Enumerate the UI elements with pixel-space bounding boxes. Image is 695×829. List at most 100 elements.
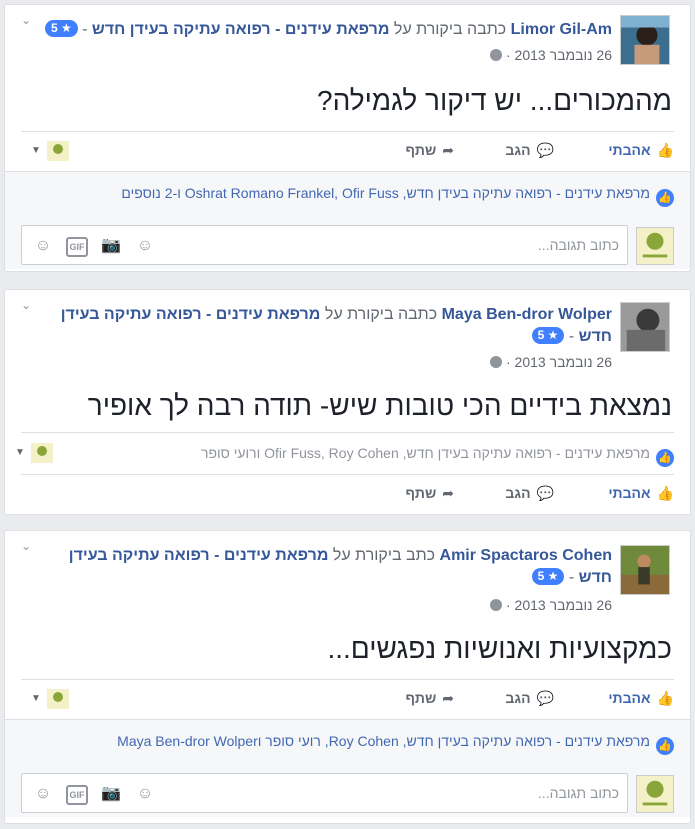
comment-placeholder: כתוב תגובה... [537,237,619,253]
page-avatar[interactable] [47,141,69,161]
chevron-down-icon[interactable]: ⌄ [21,298,31,312]
composer-avatar [636,775,674,813]
reactions-bar: 👍 מרפאת עידנים - רפואה עתיקה בעידן חדש, O… [15,432,674,472]
like-label: אהבתי [608,485,651,501]
like-button[interactable]: 👍 אהבתי [608,690,674,707]
verb-text: כתבה ביקורת על [393,21,507,38]
avatar[interactable] [620,545,670,595]
author-name[interactable]: Limor Gil-Am [511,21,612,38]
globe-icon [489,599,502,611]
comment-label: הגב [505,690,531,706]
comment-icon: 💬 [536,485,554,501]
reactions-text: מרפאת עידנים - רפואה עתיקה בעידן חדש, Of… [200,445,650,461]
comment-button[interactable]: 💬 הגב [505,690,554,707]
chevron-down-icon[interactable]: ⌄ [21,13,31,27]
share-icon: ➦ [442,485,454,501]
reactions-summary[interactable]: 👍 מרפאת עידנים - רפואה עתיקה בעידן חדש, R… [117,733,674,755]
comment-input[interactable]: כתוב תגובה... ☺ GIF 📷 ☺ [21,773,628,813]
like-reaction-icon: 👍 [656,449,674,467]
like-reaction-icon: 👍 [656,737,674,755]
share-label: שתף [405,690,437,706]
date-text[interactable]: 26 נובמבר 2013 [515,47,612,63]
comment-label: הגב [505,485,531,501]
comment-composer: כתוב תגובה... ☺ GIF 📷 ☺ [5,217,690,269]
sticker-icon[interactable]: ☺ [32,235,54,257]
like-button[interactable]: 👍 אהבתי [608,485,674,502]
comment-composer: כתוב תגובה... ☺ GIF 📷 ☺ [5,765,690,817]
like-button[interactable]: 👍 אהבתי [608,142,674,159]
comment-icon: 💬 [536,690,554,706]
globe-icon [489,49,502,61]
post-date: 26 נובמבר 2013 · [489,354,612,370]
date-text[interactable]: 26 נובמבר 2013 [515,597,612,613]
verb-text: כתבה ביקורת על [324,306,438,323]
verb-text: כתב ביקורת על [332,547,436,564]
camera-icon[interactable]: 📷 [100,235,122,257]
share-button[interactable]: ➦ שתף [405,690,454,707]
review-text: כמקצועיות ואנושיות נפגשים... [327,633,672,664]
review-post: ⌄ Amir Spactaros Cohen כתב ביקורת על מרפ… [4,530,691,824]
post-header: ⌄ Amir Spactaros Cohen כתב ביקורת על מרפ… [5,531,690,613]
globe-icon [489,356,502,368]
like-label: אהבתי [608,690,651,706]
comment-input[interactable]: כתוב תגובה... ☺ GIF 📷 ☺ [21,225,628,265]
page-link[interactable]: מרפאת עידנים - רפואה עתיקה בעידן חדש [92,21,390,38]
like-reaction-icon: 👍 [656,189,674,207]
post-headline: Maya Ben-dror Wolper כתבה ביקורת על מרפא… [60,306,612,345]
author-name[interactable]: Maya Ben-dror Wolper [442,306,612,323]
composer-avatar [636,227,674,265]
gif-icon[interactable]: GIF [66,237,88,257]
share-button[interactable]: ➦ שתף [405,142,454,159]
rating-badge: 5 ★ [44,20,78,37]
caret-down-icon[interactable]: ▼ [15,447,25,458]
post-header: ⌄ Maya Ben-dror Wolper כתבה ביקורת על מר… [5,290,690,370]
comment-icon: 💬 [536,142,554,158]
like-label: אהבתי [608,142,651,158]
page-avatar[interactable] [31,443,53,463]
sticker-icon[interactable]: ☺ [32,783,54,805]
chevron-down-icon[interactable]: ⌄ [21,539,31,553]
review-text: נמצאת בידיים הכי טובות שיש- תודה רבה לך … [87,390,672,421]
rating-badge: 5 ★ [531,568,565,585]
post-headline: Amir Spactaros Cohen כתב ביקורת על מרפאת… [68,547,612,586]
share-icon: ➦ [442,690,454,706]
action-bar: 👍 אהבתי 💬 הגב ➦ שתף [21,474,674,512]
avatar[interactable] [620,15,670,65]
camera-icon[interactable]: 📷 [100,783,122,805]
emoji-icon[interactable]: ☺ [134,235,156,257]
reactions-summary[interactable]: 👍 מרפאת עידנים - רפואה עתיקה בעידן חדש, O… [201,445,674,467]
date-text[interactable]: 26 נובמבר 2013 [515,354,612,370]
share-label: שתף [405,142,437,158]
composer-icons: ☺ GIF 📷 ☺ [32,783,168,805]
avatar[interactable] [620,302,670,352]
gif-icon[interactable]: GIF [66,785,88,805]
emoji-icon[interactable]: ☺ [134,783,156,805]
comment-button[interactable]: 💬 הגב [505,485,554,502]
share-button[interactable]: ➦ שתף [405,485,454,502]
post-date: 26 נובמבר 2013 · [489,47,612,63]
comment-placeholder: כתוב תגובה... [537,785,619,801]
thumbs-up-icon: 👍 [656,690,674,706]
post-header: ⌄ Limor Gil-Am כתבה ביקורת על מרפאת עידנ… [5,5,690,69]
comment-label: הגב [505,142,531,158]
action-bar: 👍 אהבתי 💬 הגב ➦ שתף ▼ [21,131,674,169]
review-post: ⌄ Maya Ben-dror Wolper כתבה ביקורת על מר… [4,289,691,515]
author-name[interactable]: Amir Spactaros Cohen [440,547,612,564]
post-headline: Limor Gil-Am כתבה ביקורת על מרפאת עידנים… [44,19,612,41]
composer-icons: ☺ GIF 📷 ☺ [32,235,168,257]
review-text: מהמכורים... יש דיקור לגמילה? [317,85,672,116]
reactions-text: מרפאת עידנים - רפואה עתיקה בעידן חדש, Ro… [117,733,650,749]
share-label: שתף [405,485,437,501]
thumbs-up-icon: 👍 [656,142,674,158]
share-icon: ➦ [442,142,454,158]
action-bar: 👍 אהבתי 💬 הגב ➦ שתף ▼ [21,679,674,717]
comment-button[interactable]: 💬 הגב [505,142,554,159]
reactions-bar: 👍 מרפאת עידנים - רפואה עתיקה בעידן חדש, R… [5,719,690,765]
caret-down-icon[interactable]: ▼ [31,693,41,704]
page-avatar[interactable] [47,689,69,709]
rating-badge: 5 ★ [531,327,565,344]
reactions-summary[interactable]: 👍 מרפאת עידנים - רפואה עתיקה בעידן חדש, O… [121,185,674,207]
thumbs-up-icon: 👍 [656,485,674,501]
reactions-bar: 👍 מרפאת עידנים - רפואה עתיקה בעידן חדש, O… [5,171,690,217]
caret-down-icon[interactable]: ▼ [31,145,41,156]
